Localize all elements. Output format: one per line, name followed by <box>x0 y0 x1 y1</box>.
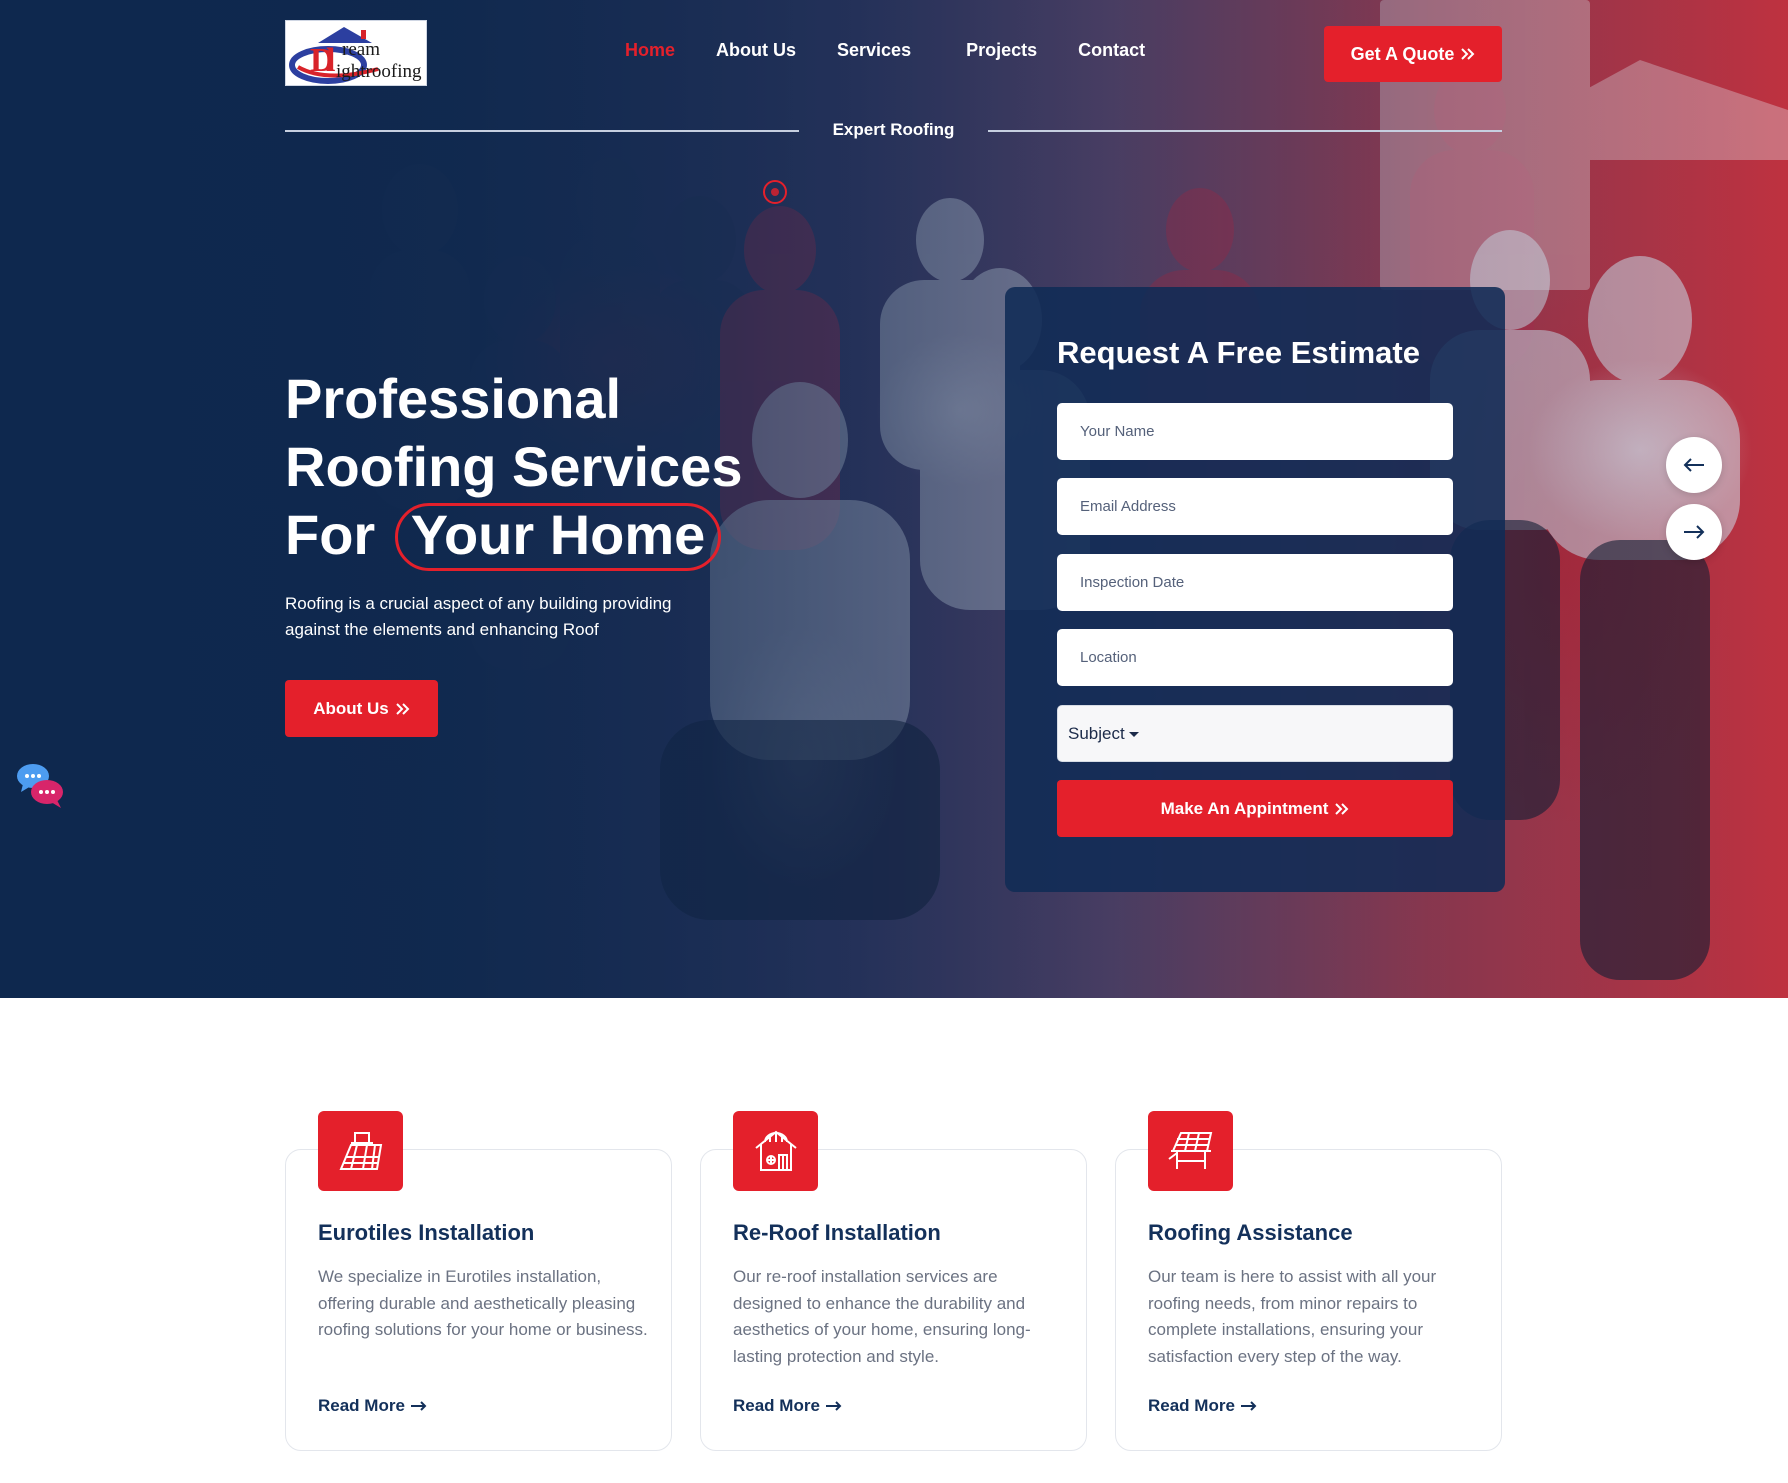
nav-home[interactable]: Home <box>625 40 675 61</box>
hero-description: Roofing is a crucial aspect of any build… <box>285 594 672 639</box>
double-chevron-right-icon <box>1335 802 1349 815</box>
arrow-right-icon <box>410 1401 427 1411</box>
about-us-button[interactable]: About Us <box>285 680 438 737</box>
nav-contact[interactable]: Contact <box>1078 40 1145 61</box>
subject-select[interactable]: Subject <box>1057 705 1453 762</box>
slider-next-button[interactable] <box>1666 504 1722 560</box>
your-name-input[interactable] <box>1057 403 1453 460</box>
service-icon-badge <box>1148 1111 1233 1191</box>
service-description: Our team is here to assist with all your… <box>1148 1267 1437 1366</box>
dream-lightroofing-logo: D l ream ightroofing <box>289 27 422 84</box>
svg-text:ream: ream <box>342 39 380 60</box>
read-more-label: Read More <box>1148 1396 1235 1415</box>
service-card-eurotiles: Eurotiles Installation We specialize in … <box>285 1149 672 1451</box>
service-card-assistance: Roofing Assistance Our team is here to a… <box>1115 1149 1502 1451</box>
arrow-right-icon <box>825 1401 842 1411</box>
hero-heading-line3: For <box>285 503 376 566</box>
make-appointment-label: Make An Appintment <box>1160 798 1329 818</box>
hero-dark-overlay <box>0 0 1788 998</box>
chat-bubbles-icon[interactable] <box>15 760 67 812</box>
estimate-form-card: Request A Free Estimate Subject Make An … <box>1005 287 1505 892</box>
email-address-input[interactable] <box>1057 478 1453 535</box>
inspection-date-input[interactable] <box>1057 554 1453 611</box>
service-description: Our re-roof installation services are de… <box>733 1267 1031 1366</box>
roof-tiles-icon <box>339 1132 382 1170</box>
divider-line-left <box>285 130 799 132</box>
hero-heading-highlight: Your Home <box>394 501 722 571</box>
double-chevron-right-icon <box>1461 48 1475 60</box>
hero-heading: Professional Roofing Services For Your H… <box>285 365 805 571</box>
slider-prev-button[interactable] <box>1666 437 1722 493</box>
nav-about-us[interactable]: About Us <box>716 40 796 61</box>
slider-indicator-dot[interactable] <box>763 180 787 204</box>
hero-heading-line2: Roofing Services <box>285 435 743 498</box>
hero-heading-line1: Professional <box>285 367 622 430</box>
read-more-link[interactable]: Read More <box>318 1396 427 1416</box>
roof-repair-icon <box>1167 1132 1212 1169</box>
hero-section: D l ream ightroofing Home About Us Servi… <box>0 0 1788 998</box>
service-icon-badge <box>318 1111 403 1191</box>
read-more-link[interactable]: Read More <box>733 1396 842 1416</box>
double-chevron-right-icon <box>396 702 410 715</box>
read-more-label: Read More <box>318 1396 405 1415</box>
about-us-button-label: About Us <box>313 698 389 718</box>
estimate-form-title: Request A Free Estimate <box>1057 335 1420 370</box>
service-icon-badge <box>733 1111 818 1191</box>
nav-projects[interactable]: Projects <box>966 40 1037 61</box>
caret-down-icon <box>1128 732 1139 737</box>
service-title: Eurotiles Installation <box>318 1220 535 1245</box>
read-more-label: Read More <box>733 1396 820 1415</box>
make-appointment-button[interactable]: Make An Appintment <box>1057 780 1453 837</box>
main-navigation: Home About Us Services Projects Contact <box>625 40 1186 61</box>
service-card-reroof: Re-Roof Installation Our re-roof install… <box>700 1149 1087 1451</box>
divider-line-right <box>988 130 1502 132</box>
service-description: We specialize in Eurotiles installation,… <box>318 1267 648 1339</box>
service-title: Re-Roof Installation <box>733 1220 941 1245</box>
arrow-right-icon <box>1240 1401 1257 1411</box>
location-input[interactable] <box>1057 629 1453 686</box>
house-roof-icon <box>754 1130 797 1171</box>
arrow-right-icon <box>1684 525 1705 539</box>
read-more-link[interactable]: Read More <box>1148 1396 1257 1416</box>
svg-text:l: l <box>326 42 335 79</box>
get-a-quote-label: Get A Quote <box>1350 43 1455 64</box>
tagline-divider: Expert Roofing <box>285 118 1502 144</box>
svg-text:ightroofing: ightroofing <box>336 61 422 82</box>
service-title: Roofing Assistance <box>1148 1220 1353 1245</box>
site-logo[interactable]: D l ream ightroofing <box>285 20 427 86</box>
hero-tagline: Expert Roofing <box>832 120 955 139</box>
get-a-quote-button[interactable]: Get A Quote <box>1324 26 1502 82</box>
arrow-left-icon <box>1683 458 1704 472</box>
subject-select-label: Subject <box>1068 723 1125 743</box>
nav-services[interactable]: Services <box>837 40 911 61</box>
